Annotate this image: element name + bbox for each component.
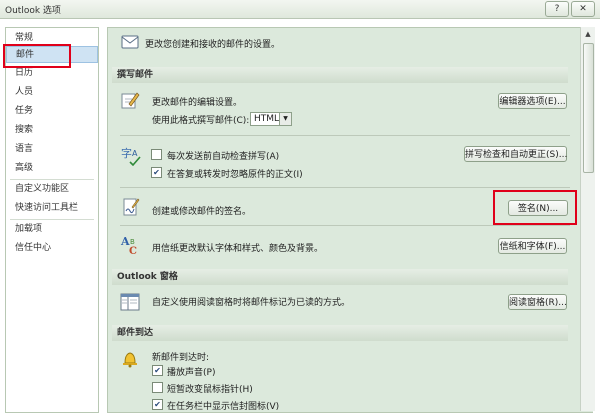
section-divider <box>120 135 570 136</box>
change-pointer-checkbox[interactable] <box>152 382 163 393</box>
reading-pane-text: 自定义使用阅读窗格时将邮件标记为已读的方式。 <box>152 298 351 308</box>
play-sound-checkbox[interactable]: ✔ <box>152 365 163 376</box>
scrollbar-thumb[interactable] <box>583 43 594 173</box>
svg-text:字: 字 <box>121 146 132 160</box>
section-compose-header: 撰写邮件 <box>112 67 568 83</box>
window-title: Outlook 选项 <box>5 6 61 16</box>
help-button[interactable]: ? <box>545 1 569 17</box>
close-button[interactable]: ✕ <box>571 1 595 17</box>
sidebar-item-language[interactable]: 语言 <box>6 141 98 158</box>
stationery-fonts-button[interactable]: 信纸和字体(F)... <box>498 238 567 254</box>
compose-format-value: HTML <box>254 114 280 124</box>
compose-edit-text: 更改邮件的编辑设置。 <box>152 98 243 108</box>
spell-check-label: 每次发送前自动检查拼写(A) <box>167 152 280 162</box>
arrival-when-label: 新邮件到达时: <box>152 353 210 363</box>
taskbar-envelope-label: 在任务栏中显示信封图标(V) <box>167 402 280 412</box>
sidebar-item-add-ins[interactable]: 加载项 <box>6 221 98 238</box>
sidebar-item-trust-center[interactable]: 信任中心 <box>6 240 98 257</box>
compose-format-select[interactable]: HTML ▼ <box>250 112 292 126</box>
edit-pen-icon <box>121 92 140 109</box>
taskbar-envelope-checkbox[interactable]: ✔ <box>152 399 163 410</box>
sidebar-divider <box>10 179 94 180</box>
sidebar-item-customize-ribbon[interactable]: 自定义功能区 <box>6 181 98 198</box>
sidebar-item-quick-access-toolbar[interactable]: 快速访问工具栏 <box>6 200 98 217</box>
editor-options-button[interactable]: 编辑器选项(E)... <box>498 93 567 109</box>
reading-pane-icon <box>120 293 140 311</box>
intro-text: 更改您创建和接收的邮件的设置。 <box>145 40 281 50</box>
sidebar-item-search[interactable]: 搜索 <box>6 122 98 139</box>
spelling-abc-icon: 字 A <box>121 146 141 166</box>
sidebar-item-tasks[interactable]: 任务 <box>6 103 98 120</box>
signature-text: 创建或修改邮件的签名。 <box>152 207 252 217</box>
title-bar: Outlook 选项 ? ✕ <box>0 0 600 19</box>
sidebar-item-advanced[interactable]: 高级 <box>6 160 98 177</box>
svg-text:B: B <box>130 238 135 246</box>
envelope-icon <box>121 35 139 49</box>
spell-check-checkbox[interactable] <box>151 149 162 160</box>
sidebar-item-people[interactable]: 人员 <box>6 84 98 101</box>
new-mail-bell-icon <box>123 352 137 368</box>
stationery-fonts-icon: A C B <box>120 235 137 256</box>
section-reading-pane-header: Outlook 窗格 <box>112 269 568 285</box>
chevron-down-icon: ▼ <box>279 113 291 125</box>
spelling-autocorrect-button[interactable]: 拼写检查和自动更正(S)... <box>464 146 567 162</box>
svg-text:A: A <box>132 149 138 158</box>
sidebar-divider <box>10 219 94 220</box>
stationery-text: 用信纸更改默认字体和样式、颜色及背景。 <box>152 244 324 254</box>
reading-pane-button[interactable]: 阅读窗格(R)... <box>508 294 567 310</box>
signature-icon <box>123 198 140 216</box>
section-divider <box>120 225 570 226</box>
svg-text:C: C <box>129 246 137 256</box>
play-sound-label: 播放声音(P) <box>167 368 216 378</box>
main-scrollbar[interactable]: ▲ <box>580 27 595 411</box>
ignore-original-label: 在答复或转发时忽略原件的正文(I) <box>167 170 303 180</box>
change-pointer-label: 短暂改变鼠标指针(H) <box>167 385 253 395</box>
options-sidebar: 常规 邮件 日历 人员 任务 搜索 语言 高级 自定义功能区 快速访问工具栏 加… <box>5 27 99 413</box>
section-message-arrival-header: 邮件到达 <box>112 325 568 341</box>
highlight-mail-item <box>3 44 71 68</box>
highlight-signature-button <box>493 190 577 225</box>
ignore-original-checkbox[interactable]: ✔ <box>151 167 162 178</box>
section-divider <box>120 187 570 188</box>
scroll-up-arrow-icon[interactable]: ▲ <box>582 28 594 40</box>
compose-format-label: 使用此格式撰写邮件(C): <box>152 116 250 126</box>
